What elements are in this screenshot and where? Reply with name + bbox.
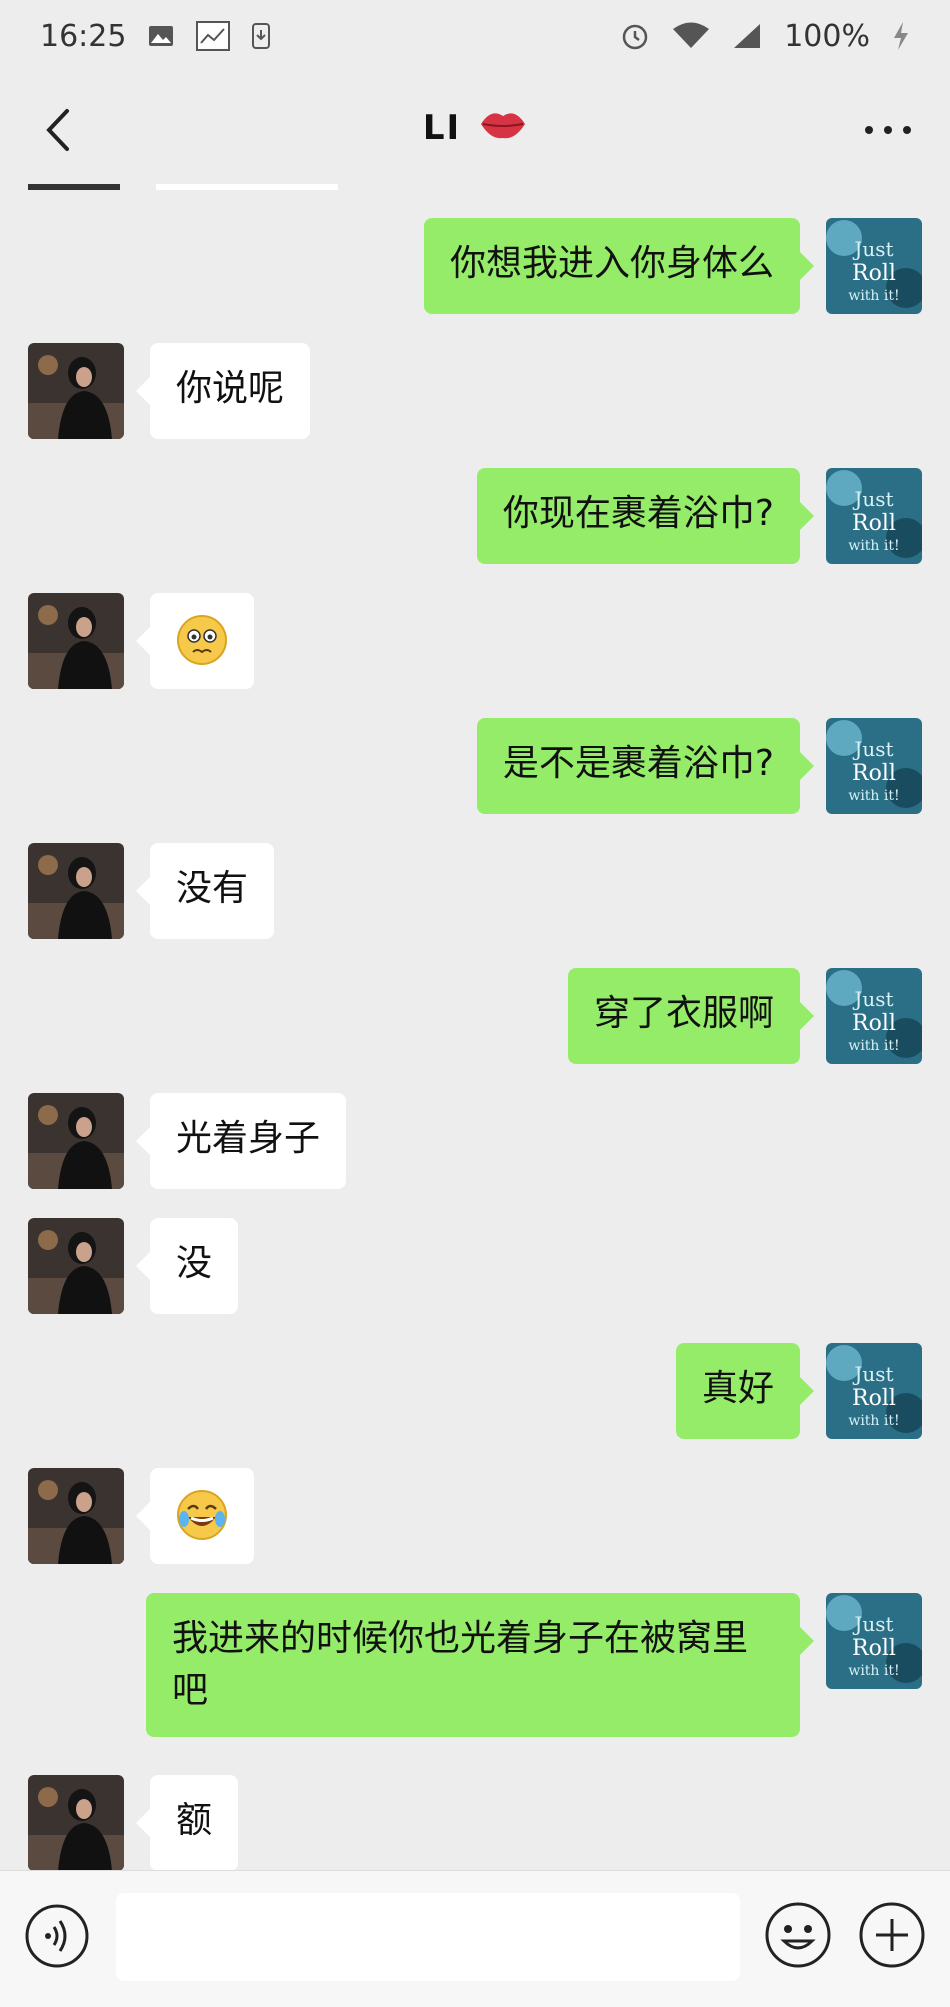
message-text: 额: [176, 1800, 213, 1841]
svg-text:Just: Just: [852, 1612, 893, 1636]
chat-list[interactable]: 你想我进入你身体么 Just Roll with it! 你说呢 你现在裹着浴巾? …: [0, 0, 950, 1871]
message-text: 你现在裹着浴巾?: [502, 493, 774, 534]
received-message-bubble[interactable]: 额: [135, 1775, 239, 1871]
sent-message-bubble[interactable]: 我进来的时候你也光着身子在被窝里吧: [146, 1593, 814, 1737]
my-avatar[interactable]: Just Roll with it!: [826, 468, 922, 564]
message-text: 你想我进入你身体么: [449, 243, 774, 284]
contact-avatar[interactable]: [28, 593, 124, 689]
message-text: 我进来的时候你也光着身子在被窝里吧: [172, 1618, 749, 1711]
svg-text:Roll: Roll: [852, 1386, 896, 1411]
svg-text:Just: Just: [852, 1362, 893, 1386]
svg-text:with it!: with it!: [848, 1413, 899, 1429]
worried-face-emoji: [177, 615, 227, 665]
sent-message-bubble[interactable]: 穿了衣服啊: [567, 968, 815, 1064]
my-avatar[interactable]: Just Roll with it!: [826, 1593, 922, 1689]
svg-text:with it!: with it!: [848, 288, 899, 304]
svg-text:Roll: Roll: [852, 1011, 896, 1036]
my-avatar[interactable]: Just Roll with it!: [826, 218, 922, 314]
message-text: 穿了衣服啊: [593, 993, 774, 1034]
voice-icon: [25, 1904, 89, 1968]
sent-message-bubble[interactable]: 是不是裹着浴巾?: [476, 718, 815, 814]
svg-text:Roll: Roll: [852, 261, 896, 286]
svg-text:Just: Just: [852, 487, 893, 511]
sent-message-bubble[interactable]: 你想我进入你身体么: [423, 218, 815, 314]
voice-button[interactable]: [24, 1903, 90, 1969]
my-avatar[interactable]: Just Roll with it!: [826, 968, 922, 1064]
sent-message-bubble[interactable]: 真好: [675, 1343, 815, 1439]
sent-message-bubble[interactable]: 你现在裹着浴巾?: [476, 468, 815, 564]
svg-text:Just: Just: [852, 237, 893, 261]
received-message-bubble[interactable]: 没有: [135, 843, 275, 939]
message-text: 是不是裹着浴巾?: [502, 743, 774, 784]
received-message-bubble[interactable]: 你说呢: [135, 343, 311, 439]
message-text: 光着身子: [176, 1118, 321, 1159]
svg-text:Roll: Roll: [852, 1636, 896, 1661]
input-bar: [0, 1870, 950, 2007]
message-text: 没有: [176, 868, 249, 909]
contact-avatar[interactable]: [28, 343, 124, 439]
svg-text:with it!: with it!: [848, 1663, 899, 1679]
svg-text:Roll: Roll: [852, 511, 896, 536]
contact-avatar[interactable]: [28, 1775, 124, 1871]
more-functions-button[interactable]: [858, 1901, 926, 1969]
svg-text:Roll: Roll: [852, 761, 896, 786]
emoji-icon: [765, 1902, 831, 1968]
svg-text:Just: Just: [852, 737, 893, 761]
message-text: 没: [176, 1243, 213, 1284]
svg-text:with it!: with it!: [848, 1038, 899, 1054]
emoji-button[interactable]: [764, 1901, 832, 1969]
received-message-bubble[interactable]: [136, 1468, 254, 1564]
contact-avatar[interactable]: [28, 1218, 124, 1314]
received-message-bubble[interactable]: [136, 593, 254, 689]
contact-avatar[interactable]: [28, 843, 124, 939]
message-input[interactable]: [116, 1893, 740, 1981]
svg-text:Just: Just: [852, 987, 893, 1011]
received-message-bubble[interactable]: 没: [135, 1218, 239, 1314]
contact-avatar[interactable]: [28, 1093, 124, 1189]
contact-avatar[interactable]: [28, 1468, 124, 1564]
my-avatar[interactable]: Just Roll with it!: [826, 718, 922, 814]
my-avatar[interactable]: Just Roll with it!: [826, 1343, 922, 1439]
tears-of-joy-emoji: [177, 1490, 227, 1540]
message-text: 你说呢: [176, 368, 285, 409]
svg-text:with it!: with it!: [848, 538, 899, 554]
svg-text:with it!: with it!: [848, 788, 899, 804]
received-message-bubble[interactable]: 光着身子: [135, 1093, 347, 1189]
message-text: 真好: [701, 1368, 774, 1409]
plus-icon: [859, 1902, 925, 1968]
